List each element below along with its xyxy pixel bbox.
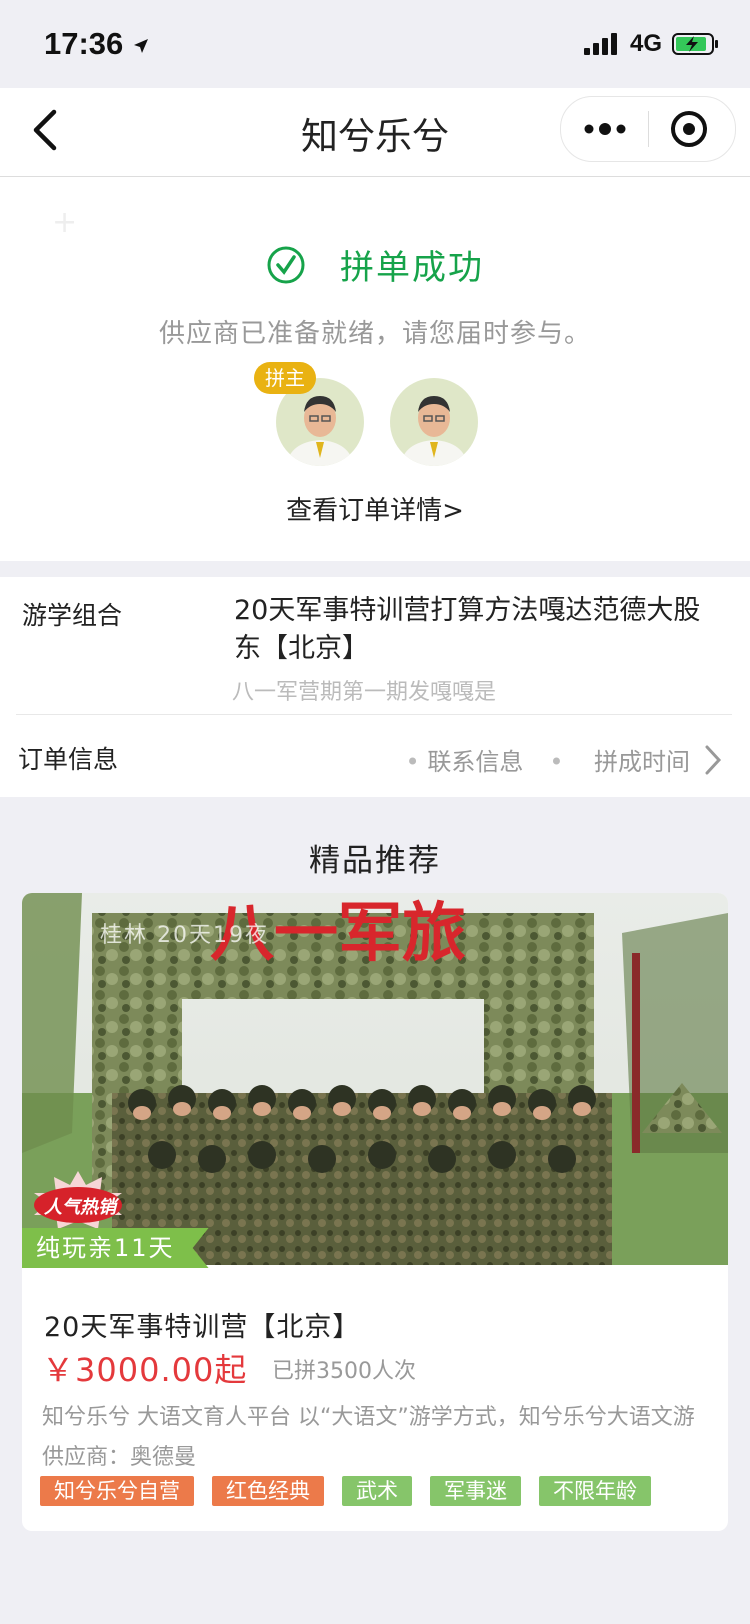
capsule-divider: [648, 111, 649, 147]
network-type: 4G: [629, 30, 662, 57]
order-info-chevron[interactable]: [704, 744, 722, 780]
target-circle-icon: [671, 111, 707, 147]
product-tags: 知兮乐兮自营 红色经典 武术 军事迷 不限年龄: [40, 1476, 651, 1506]
mini-program-capsule: [560, 96, 736, 162]
supplier-name: 供应商：奥德曼: [42, 1445, 197, 1470]
host-badge: 拼主: [254, 362, 316, 394]
group-time-link[interactable]: 拼成时间: [594, 748, 690, 776]
tag-military-fan: 军事迷: [430, 1476, 521, 1506]
success-title: 拼单成功: [340, 248, 484, 288]
avatar-member[interactable]: [390, 378, 478, 466]
person-avatar-icon: [390, 378, 478, 466]
tag-self-operated: 知兮乐兮自营: [40, 1476, 194, 1506]
product-description: 知兮乐兮 大语文育人平台 以“大语文”游学方式，知兮乐兮大语文游: [42, 1405, 695, 1430]
plus-icon: +: [52, 205, 78, 240]
status-indicators: 4G: [583, 30, 720, 58]
battery-icon: [672, 33, 718, 55]
product-title[interactable]: 20天军事特训营【北京】: [44, 1305, 360, 1344]
photo-caption: 桂林 20天19夜: [100, 923, 269, 948]
hot-sale-text: 人气热销: [44, 1197, 116, 1218]
contact-info-link[interactable]: 联系信息: [427, 748, 523, 776]
success-heading: 拼单成功: [0, 240, 750, 294]
tag-all-ages: 不限年龄: [539, 1476, 651, 1506]
bullet: •: [405, 748, 428, 776]
hot-sale-badge: 人气热销: [28, 1169, 128, 1237]
view-order-detail-link[interactable]: 查看订单详情>: [0, 490, 750, 527]
product-price: ￥3000.00起: [42, 1351, 248, 1389]
trip-duration-tag: 纯玩亲11天: [22, 1228, 209, 1268]
study-group-title: 20天军事特训营打算方法嘎达范德大股东【北京】: [234, 595, 701, 664]
order-info-links[interactable]: • 联系信息 • 拼成时间: [406, 742, 690, 777]
product-card[interactable]: 八一军旅 桂林 20天19夜 人气热销 纯玩亲11天 20天军事特训营【北京】 …: [22, 893, 728, 1531]
sold-count: 已拼3500人次: [272, 1359, 416, 1384]
location-arrow-icon: [133, 38, 148, 53]
check-circle-icon: [267, 246, 305, 283]
signal-icon: [583, 33, 617, 55]
recommend-title: 精品推荐: [309, 843, 441, 879]
close-miniprogram-button[interactable]: [669, 109, 709, 153]
study-group-label: 游学组合: [22, 601, 123, 630]
more-dots-icon: [584, 123, 626, 135]
success-subtitle: 供应商已准备就绪，请您届时参与。: [158, 319, 591, 349]
tag-red-classic: 红色经典: [212, 1476, 324, 1506]
chevron-right-icon: [705, 745, 722, 775]
order-info-label: 订单信息: [18, 745, 119, 774]
divider: [16, 714, 732, 715]
status-time: 17:36: [44, 26, 150, 62]
bullet: •: [549, 748, 594, 776]
study-group-subtitle: 八一军营期第一期发嘎嘎是: [232, 680, 497, 705]
more-button[interactable]: [583, 113, 627, 149]
tag-martial-arts: 武术: [342, 1476, 412, 1506]
